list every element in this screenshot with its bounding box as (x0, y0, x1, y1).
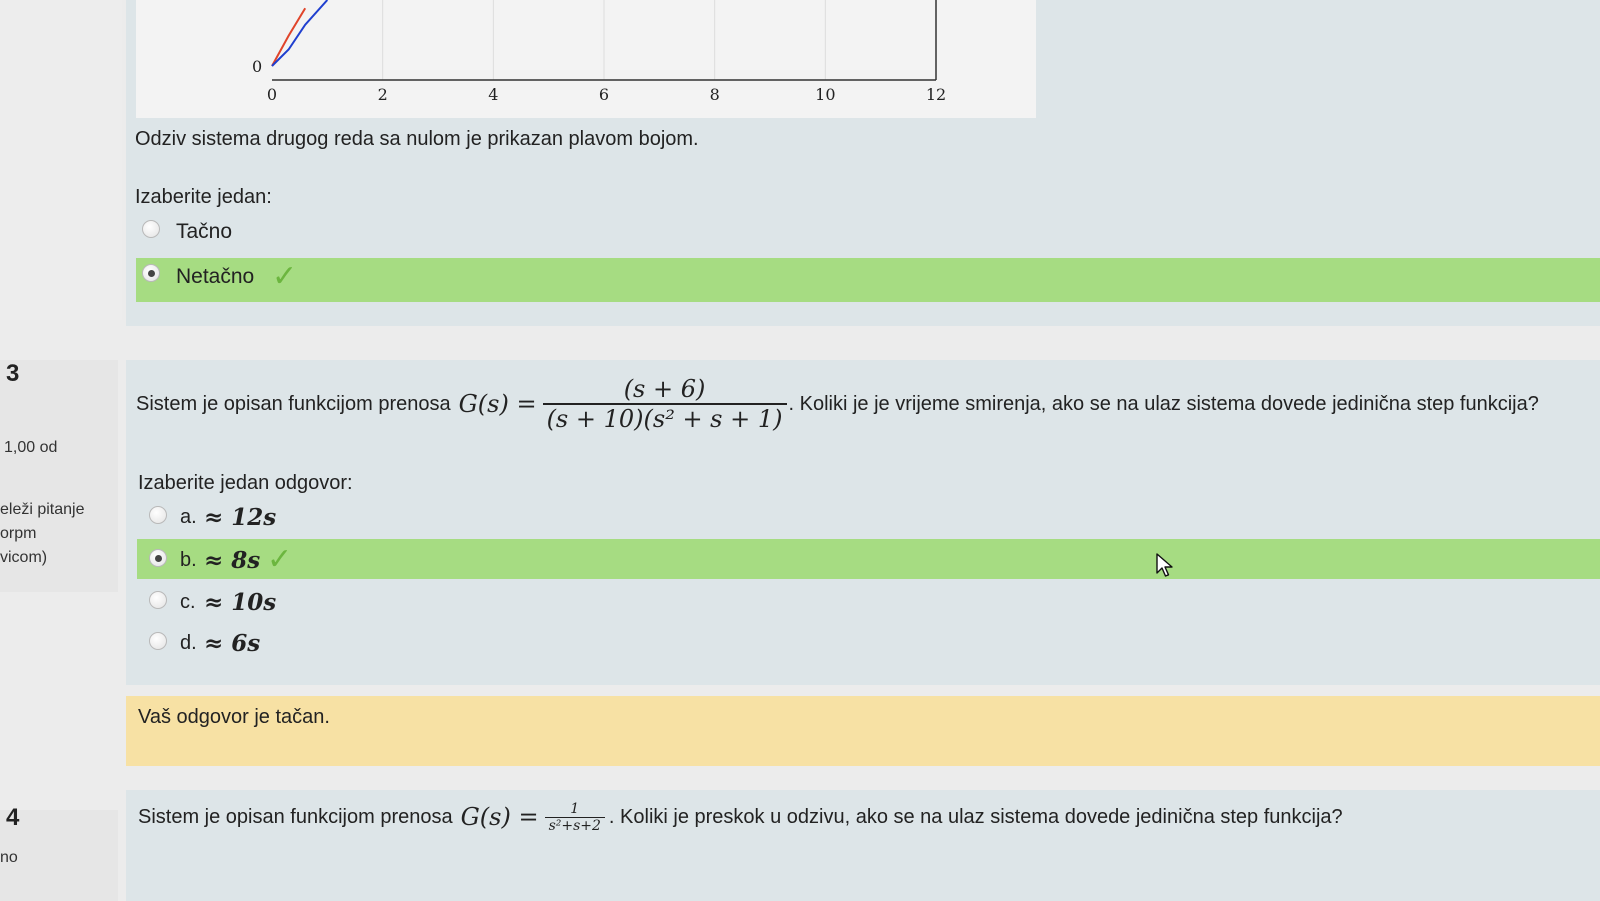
checkmark-icon: ✓ (267, 543, 293, 576)
radio-button[interactable] (149, 591, 167, 609)
radio-button[interactable] (142, 220, 160, 238)
option-letter: b. (180, 549, 197, 571)
x-tick-label: 12 (926, 85, 946, 104)
radio-button-selected[interactable] (149, 549, 167, 567)
formula-lhs: G(s) = (458, 390, 537, 418)
checkmark-icon: ✓ (272, 260, 298, 293)
answer-option-b[interactable]: b. ≈ 8s ✓ (137, 539, 1600, 579)
transfer-function-fraction: 1 s²+s+2 (544, 800, 605, 834)
option-value: ≈ 10s (204, 589, 277, 616)
fraction-numerator: (s + 6) (623, 375, 706, 403)
flag-line: vicom) (0, 549, 48, 566)
question-3-prompt: Izaberite jedan odgovor: (138, 472, 353, 494)
question-info-column-top (0, 0, 122, 320)
fraction-denominator: s²+s+2 (544, 816, 605, 834)
question-number: 3 (6, 360, 20, 387)
question-4-statement: Sistem je opisan funkcijom prenosa G(s) … (138, 792, 1343, 842)
flag-question-link[interactable]: eleži pitanje orpm vicom) (0, 498, 85, 570)
question-state: no (0, 849, 18, 866)
option-letter: a. (180, 506, 197, 528)
radio-button[interactable] (149, 506, 167, 524)
question-3-info: 3 1,00 od eleži pitanje orpm vicom) (0, 360, 118, 592)
flag-line: eleži pitanje (0, 501, 85, 518)
fraction-denominator: (s + 10)(s² + s + 1) (542, 403, 787, 433)
question-2-prompt: Izaberite jedan: (135, 186, 272, 208)
step-response-chart: 0 2 4 6 8 10 12 0 (136, 0, 1036, 118)
option-value: ≈ 6s (204, 630, 261, 657)
option-value: ≈ 12s (204, 504, 277, 531)
question-3-statement: Sistem je opisan funkcijom prenosa G(s) … (136, 366, 1539, 442)
answer-feedback: Vaš odgovor je tačan. (126, 696, 1600, 766)
x-tick-label: 10 (815, 85, 835, 104)
x-tick-label: 0 (267, 85, 277, 104)
answer-option-netacno[interactable]: Netačno ✓ (136, 258, 1600, 302)
feedback-text: Vaš odgovor je tačan. (138, 706, 330, 728)
option-letter: c. (180, 591, 196, 613)
question-number: 4 (6, 804, 20, 831)
flag-line: orpm (0, 525, 37, 542)
question-2-statement: Odziv sistema drugog reda sa nulom je pr… (135, 128, 699, 150)
statement-prefix: Sistem je opisan funkcijom prenosa (136, 392, 451, 415)
option-label: Netačno (176, 265, 255, 288)
formula-lhs: G(s) = (460, 803, 539, 831)
x-tick-label: 6 (599, 85, 609, 104)
statement-suffix: . Koliki je je vrijeme smirenja, ako se … (788, 392, 1539, 415)
mouse-cursor-icon (1156, 553, 1173, 577)
option-value: ≈ 8s (204, 547, 261, 574)
series-line-blue (271, 0, 329, 67)
x-tick-label: 2 (378, 85, 388, 104)
fraction-numerator: 1 (570, 800, 580, 817)
question-4-info: 4 no (0, 804, 118, 901)
question-score: 1,00 od (4, 439, 58, 456)
transfer-function-fraction: (s + 6) (s + 10)(s² + s + 1) (542, 375, 787, 433)
y-tick-label: 0 (252, 57, 262, 76)
x-tick-label: 8 (710, 85, 720, 104)
series-line-red (271, 7, 307, 67)
statement-prefix: Sistem je opisan funkcijom prenosa (138, 805, 453, 828)
option-letter: d. (180, 632, 197, 654)
x-tick-label: 4 (488, 85, 498, 104)
option-label: Tačno (176, 220, 233, 243)
radio-button-selected[interactable] (142, 264, 160, 282)
statement-suffix: . Koliki je preskok u odzivu, ako se na … (608, 805, 1343, 828)
chart-svg: 0 2 4 6 8 10 12 0 (252, 0, 946, 104)
radio-button[interactable] (149, 632, 167, 650)
